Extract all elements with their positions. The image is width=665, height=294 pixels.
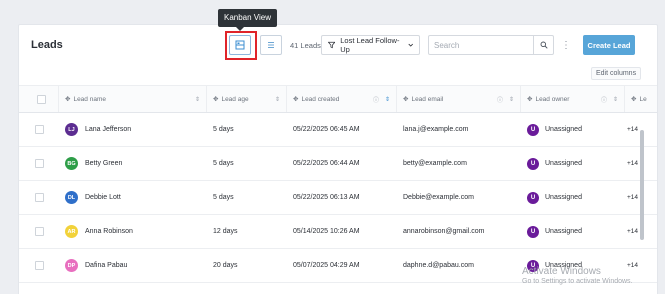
sort-icon-active[interactable]: ⇕ bbox=[385, 96, 390, 103]
lead-age: 5 days bbox=[213, 126, 234, 133]
lead-count: 41 Leads bbox=[290, 41, 321, 50]
page-title: Leads bbox=[31, 39, 63, 51]
lead-name[interactable]: Debbie Lott bbox=[85, 194, 121, 201]
filter-dropdown[interactable]: Lost Lead Follow-Up bbox=[321, 35, 420, 55]
table-header: ✥ Lead name ⇕ ✥ Lead age ⇕ ✥ Lead created ⓘ… bbox=[19, 85, 657, 113]
filter-icon bbox=[328, 41, 336, 49]
lead-age: 20 days bbox=[213, 262, 238, 269]
lead-email: Debbie@example.com bbox=[403, 194, 474, 201]
table-row[interactable]: AR Anna Robinson 12 days 05/14/2025 10:2… bbox=[19, 215, 657, 249]
lead-email: lana.j@example.com bbox=[403, 126, 469, 133]
lead-age: 12 days bbox=[213, 228, 238, 235]
kanban-view-tooltip: Kanban View bbox=[218, 9, 277, 31]
row-checkbox[interactable] bbox=[34, 193, 44, 202]
filter-label: Lost Lead Follow-Up bbox=[340, 36, 400, 54]
leads-table: ✥ Lead name ⇕ ✥ Lead age ⇕ ✥ Lead created ⓘ… bbox=[19, 85, 657, 283]
drag-handle-icon[interactable]: ✥ bbox=[527, 95, 532, 103]
lead-age: 5 days bbox=[213, 160, 234, 167]
table-row[interactable]: LJ Lana Jefferson 5 days 05/22/2025 06:4… bbox=[19, 113, 657, 147]
avatar: DL bbox=[65, 191, 78, 204]
lead-owner: Unassigned bbox=[545, 194, 582, 201]
table-row[interactable]: DL Debbie Lott 5 days 05/22/2025 06:13 A… bbox=[19, 181, 657, 215]
lead-name[interactable]: Lana Jefferson bbox=[85, 126, 131, 133]
list-view-button[interactable] bbox=[260, 35, 282, 55]
lead-email: daphne.d@pabau.com bbox=[403, 262, 474, 269]
table-row[interactable]: BG Betty Green 5 days 05/22/2025 06:44 A… bbox=[19, 147, 657, 181]
lead-owner: Unassigned bbox=[545, 126, 582, 133]
kanban-icon bbox=[235, 40, 245, 50]
sort-icon[interactable]: ⇕ bbox=[509, 96, 514, 103]
drag-handle-icon[interactable]: ✥ bbox=[403, 95, 408, 103]
avatar: LJ bbox=[65, 123, 78, 136]
sort-icon[interactable]: ⇕ bbox=[275, 96, 280, 103]
lead-email: betty@example.com bbox=[403, 160, 467, 167]
column-header-lead-created[interactable]: ✥ Lead created ⓘ ⇕ bbox=[287, 86, 397, 112]
edit-columns-button[interactable]: Edit columns bbox=[591, 67, 642, 80]
vertical-scrollbar[interactable] bbox=[640, 130, 644, 240]
lead-name[interactable]: Dafina Pabau bbox=[85, 262, 127, 269]
sort-icon[interactable]: ⇕ bbox=[613, 96, 618, 103]
more-options-icon[interactable]: ⋮ bbox=[561, 37, 571, 53]
select-all-checkbox[interactable] bbox=[37, 94, 46, 104]
owner-avatar: U bbox=[527, 123, 539, 136]
lead-created: 05/14/2025 10:26 AM bbox=[293, 228, 360, 235]
watermark-title: Activate Windows bbox=[522, 266, 601, 277]
lead-owner: Unassigned bbox=[545, 228, 582, 235]
avatar: BG bbox=[65, 157, 78, 170]
column-header-lead-name[interactable]: ✥ Lead name ⇕ bbox=[59, 86, 207, 112]
list-icon bbox=[268, 42, 274, 48]
kanban-view-button[interactable] bbox=[229, 35, 251, 55]
select-all-cell bbox=[19, 86, 59, 112]
lead-age: 5 days bbox=[213, 194, 234, 201]
row-checkbox[interactable] bbox=[34, 261, 44, 270]
info-icon[interactable]: ⓘ bbox=[373, 95, 379, 104]
chevron-down-icon bbox=[407, 43, 413, 47]
owner-avatar: U bbox=[527, 157, 539, 170]
drag-handle-icon[interactable]: ✥ bbox=[65, 95, 70, 103]
row-checkbox[interactable] bbox=[34, 159, 44, 168]
column-header-lead-age[interactable]: ✥ Lead age ⇕ bbox=[207, 86, 287, 112]
avatar: DP bbox=[65, 259, 78, 272]
row-checkbox[interactable] bbox=[34, 227, 44, 236]
windows-activation-watermark: Activate Windows Go to Settings to activ… bbox=[522, 266, 633, 285]
drag-handle-icon[interactable]: ✥ bbox=[631, 95, 636, 103]
lead-owner: Unassigned bbox=[545, 160, 582, 167]
lead-created: 05/22/2025 06:13 AM bbox=[293, 194, 360, 201]
drag-handle-icon[interactable]: ✥ bbox=[293, 95, 298, 103]
owner-avatar: U bbox=[527, 225, 539, 238]
lead-name[interactable]: Anna Robinson bbox=[85, 228, 133, 235]
column-header-lead-email[interactable]: ✥ Lead email ⓘ ⇕ bbox=[397, 86, 521, 112]
watermark-subtitle: Go to Settings to activate Windows. bbox=[522, 278, 633, 285]
lead-created: 05/22/2025 06:45 AM bbox=[293, 126, 360, 133]
lead-email: annarobinson@gmail.com bbox=[403, 228, 485, 235]
column-header-truncated[interactable]: ✥ Le bbox=[625, 86, 657, 112]
info-icon[interactable]: ⓘ bbox=[497, 95, 503, 104]
owner-avatar: U bbox=[527, 191, 539, 204]
column-header-lead-owner[interactable]: ✥ Lead owner ⓘ ⇕ bbox=[521, 86, 625, 112]
drag-handle-icon[interactable]: ✥ bbox=[213, 95, 218, 103]
search-box bbox=[428, 35, 554, 55]
row-checkbox[interactable] bbox=[34, 125, 44, 134]
lead-created: 05/07/2025 04:29 AM bbox=[293, 262, 360, 269]
avatar: AR bbox=[65, 225, 78, 238]
lead-name[interactable]: Betty Green bbox=[85, 160, 122, 167]
search-icon[interactable] bbox=[533, 36, 553, 54]
info-icon[interactable]: ⓘ bbox=[601, 95, 607, 104]
search-input[interactable] bbox=[429, 36, 535, 54]
create-lead-button[interactable]: Create Lead bbox=[583, 35, 635, 55]
leads-panel: Leads 41 Leads Lost Lead Follow-Up Searc… bbox=[18, 24, 658, 294]
lead-created: 05/22/2025 06:44 AM bbox=[293, 160, 360, 167]
sort-icon[interactable]: ⇕ bbox=[195, 96, 200, 103]
